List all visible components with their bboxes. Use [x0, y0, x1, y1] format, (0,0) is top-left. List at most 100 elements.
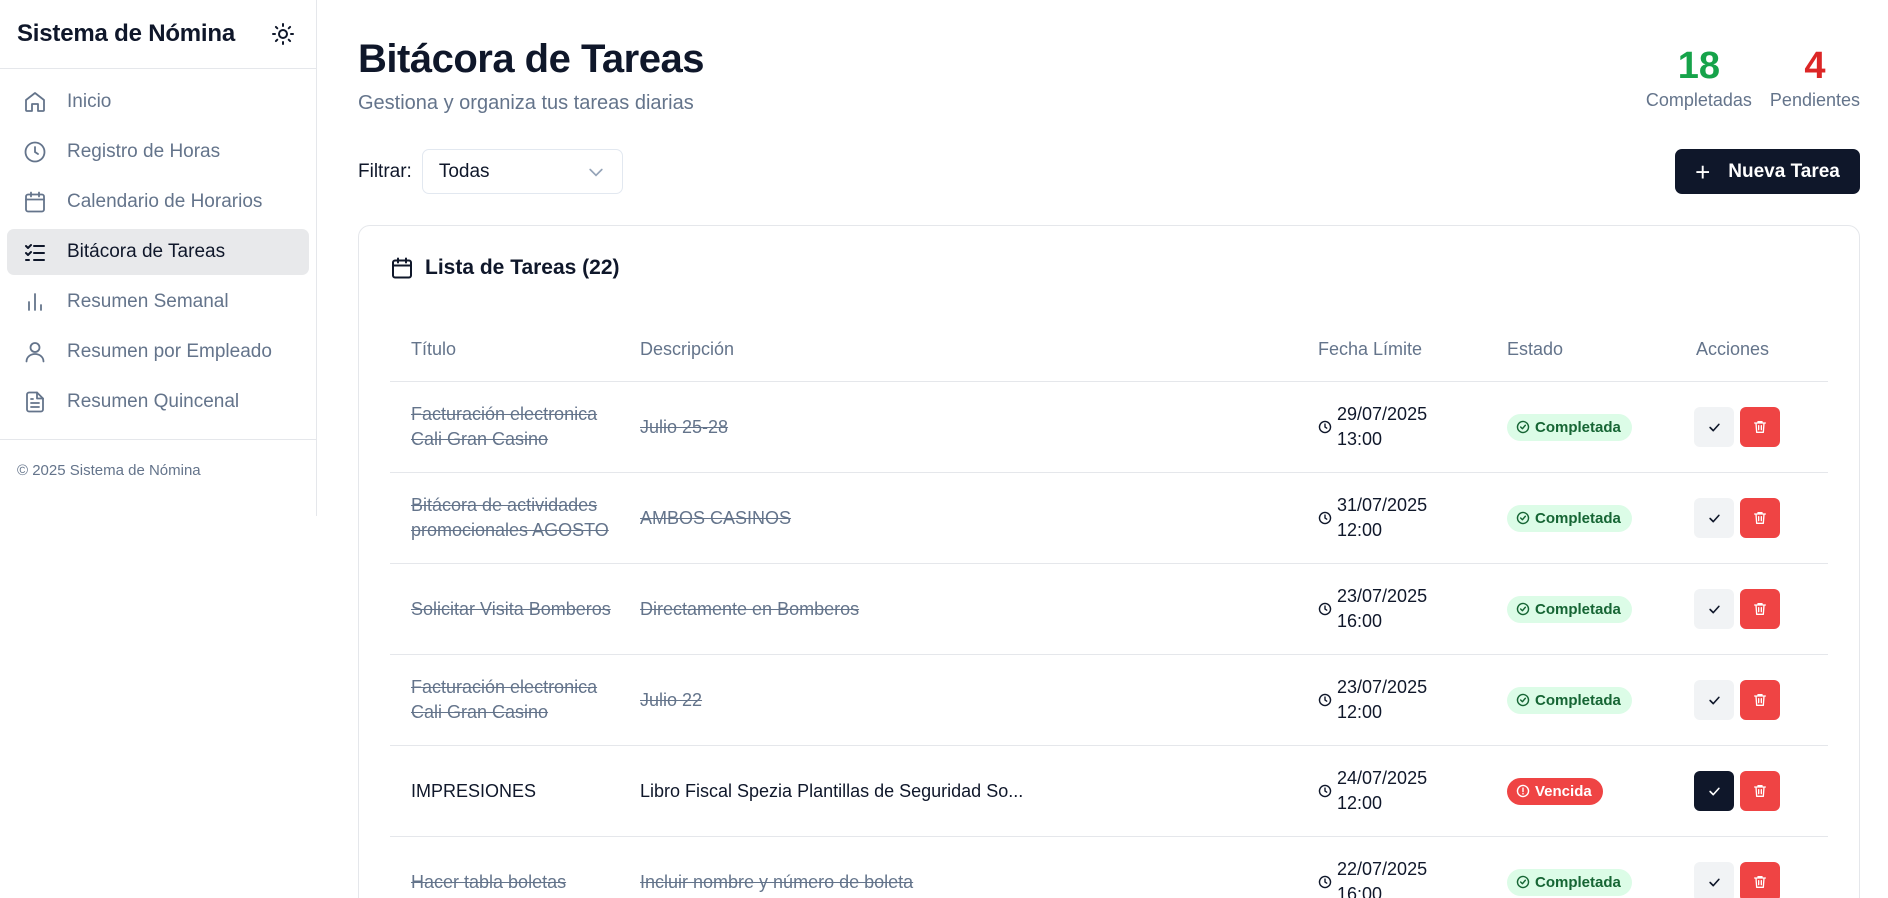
- due-date: 29/07/2025: [1337, 404, 1428, 424]
- due-date: 24/07/2025: [1337, 768, 1428, 788]
- page-title: Bitácora de Tareas: [358, 37, 704, 81]
- check-circle-icon: [1516, 875, 1530, 889]
- sidebar-item-label: Resumen Quincenal: [67, 391, 240, 412]
- sidebar-item-bitacora[interactable]: Bitácora de Tareas: [7, 229, 309, 275]
- card-header: Lista de Tareas (22): [390, 256, 620, 280]
- toggle-complete-button[interactable]: [1694, 680, 1734, 720]
- bar-chart-icon: [22, 289, 48, 315]
- task-title-line: Solicitar Visita Bomberos: [411, 598, 611, 619]
- task-status: Vencida: [1507, 777, 1677, 805]
- status-label: Completada: [1535, 418, 1621, 436]
- column-header-titulo[interactable]: Título: [390, 337, 640, 362]
- task-due-date: 22/07/2025 16:00: [1318, 857, 1507, 898]
- list-checks-icon: [22, 239, 48, 265]
- new-task-label: Nueva Tarea: [1728, 160, 1840, 182]
- check-circle-icon: [1516, 511, 1530, 525]
- task-actions: [1677, 407, 1828, 447]
- clock-icon: [22, 139, 48, 165]
- check-circle-icon: [1516, 420, 1530, 434]
- delete-task-button[interactable]: [1740, 771, 1780, 811]
- filter-select[interactable]: Todas: [421, 149, 623, 194]
- clock-icon: [1318, 875, 1332, 889]
- task-due-date: 24/07/2025 12:00: [1318, 766, 1507, 816]
- status-label: Completada: [1535, 600, 1621, 618]
- new-task-button[interactable]: + Nueva Tarea: [1675, 149, 1860, 194]
- completed-label: Completadas: [1645, 90, 1752, 110]
- due-time: 12:00: [1337, 520, 1383, 540]
- task-due-date: 23/07/2025 12:00: [1318, 675, 1507, 725]
- due-datetime: 23/07/2025 16:00: [1337, 584, 1427, 634]
- pending-label: Pendientes: [1769, 90, 1860, 110]
- task-title: Hacer tabla boletas: [390, 870, 640, 895]
- sidebar-nav: Inicio Registro de Horas Calendario de H…: [0, 69, 316, 440]
- sidebar-item-registro-horas[interactable]: Registro de Horas: [7, 129, 309, 175]
- column-header-acciones: Acciones: [1696, 339, 1770, 359]
- column-header-descripcion[interactable]: Descripción: [640, 339, 1318, 360]
- delete-task-button[interactable]: [1740, 862, 1780, 898]
- trash-icon: [1752, 783, 1768, 799]
- task-title: Facturación electronica Cali Gran Casino: [390, 402, 640, 452]
- sidebar-item-resumen-semanal[interactable]: Resumen Semanal: [7, 279, 309, 325]
- task-title: Facturación electronica Cali Gran Casino: [390, 675, 640, 725]
- status-badge: Completada: [1507, 686, 1632, 714]
- status-label: Completada: [1535, 509, 1621, 527]
- task-description: AMBOS CASINOS: [640, 507, 792, 528]
- delete-task-button[interactable]: [1740, 680, 1780, 720]
- status-badge: Vencida: [1507, 777, 1603, 805]
- sidebar-item-inicio[interactable]: Inicio: [7, 79, 309, 125]
- task-title-line: Hacer tabla boletas: [411, 871, 567, 892]
- trash-icon: [1752, 692, 1768, 708]
- delete-task-button[interactable]: [1740, 407, 1780, 447]
- toggle-complete-button[interactable]: [1694, 407, 1734, 447]
- file-text-icon: [22, 389, 48, 415]
- delete-task-button[interactable]: [1740, 498, 1780, 538]
- task-title: Solicitar Visita Bomberos: [390, 597, 640, 622]
- toggle-complete-button[interactable]: [1694, 862, 1734, 898]
- due-datetime: 29/07/2025 13:00: [1337, 402, 1427, 452]
- status-label: Completada: [1535, 873, 1621, 891]
- sidebar-item-resumen-quincenal[interactable]: Resumen Quincenal: [7, 379, 309, 425]
- sidebar-item-resumen-empleado[interactable]: Resumen por Empleado: [7, 329, 309, 375]
- home-icon: [22, 89, 48, 115]
- task-title-line: promocionales AGOSTO: [411, 520, 609, 540]
- status-label: Vencida: [1535, 782, 1592, 800]
- task-due-date: 29/07/2025 13:00: [1318, 402, 1507, 452]
- column-header-estado[interactable]: Estado: [1507, 339, 1677, 360]
- toggle-complete-button[interactable]: [1694, 771, 1734, 811]
- pending-stat: 4 Pendientes: [1770, 44, 1860, 111]
- due-datetime: 23/07/2025 12:00: [1337, 675, 1427, 725]
- plus-icon: +: [1695, 156, 1711, 187]
- column-header-fecha[interactable]: Fecha Límite: [1318, 337, 1507, 362]
- table-row: Bitácora de actividades promocionales AGO…: [390, 473, 1828, 564]
- task-due-date: 31/07/2025 12:00: [1318, 493, 1507, 543]
- check-icon: [1707, 784, 1722, 799]
- due-datetime: 31/07/2025 12:00: [1337, 493, 1427, 543]
- task-due-date: 23/07/2025 16:00: [1318, 584, 1507, 634]
- task-title-line: IMPRESIONES: [411, 780, 537, 801]
- table-row: IMPRESIONES Libro Fiscal Spezia Plantilla…: [390, 746, 1828, 837]
- sidebar-item-label: Resumen Semanal: [67, 291, 229, 312]
- sidebar-item-calendario[interactable]: Calendario de Horarios: [7, 179, 309, 225]
- due-time: 12:00: [1337, 793, 1383, 813]
- completed-stat: 18 Completadas: [1646, 44, 1752, 111]
- toggle-complete-button[interactable]: [1694, 498, 1734, 538]
- delete-task-button[interactable]: [1740, 589, 1780, 629]
- task-title-line: Bitácora de actividades: [411, 495, 598, 515]
- table-body: Facturación electronica Cali Gran Casino J…: [390, 382, 1828, 898]
- task-description: Libro Fiscal Spezia Plantillas de Seguri…: [640, 780, 1024, 801]
- task-description: Directamente en Bomberos: [640, 598, 860, 619]
- check-circle-icon: [1516, 602, 1530, 616]
- clock-icon: [1318, 420, 1332, 434]
- task-title-line: Cali Gran Casino: [411, 429, 549, 449]
- due-time: 12:00: [1337, 702, 1383, 722]
- trash-icon: [1752, 419, 1768, 435]
- toggle-complete-button[interactable]: [1694, 589, 1734, 629]
- task-status: Completada: [1507, 413, 1677, 441]
- task-title: IMPRESIONES: [390, 779, 640, 804]
- app-title: Sistema de Nómina: [17, 20, 236, 47]
- pending-count: 4: [1804, 45, 1826, 87]
- theme-toggle-button[interactable]: [267, 18, 299, 50]
- due-date: 23/07/2025: [1337, 677, 1428, 697]
- user-icon: [22, 339, 48, 365]
- card-title: Lista de Tareas (22): [425, 256, 620, 279]
